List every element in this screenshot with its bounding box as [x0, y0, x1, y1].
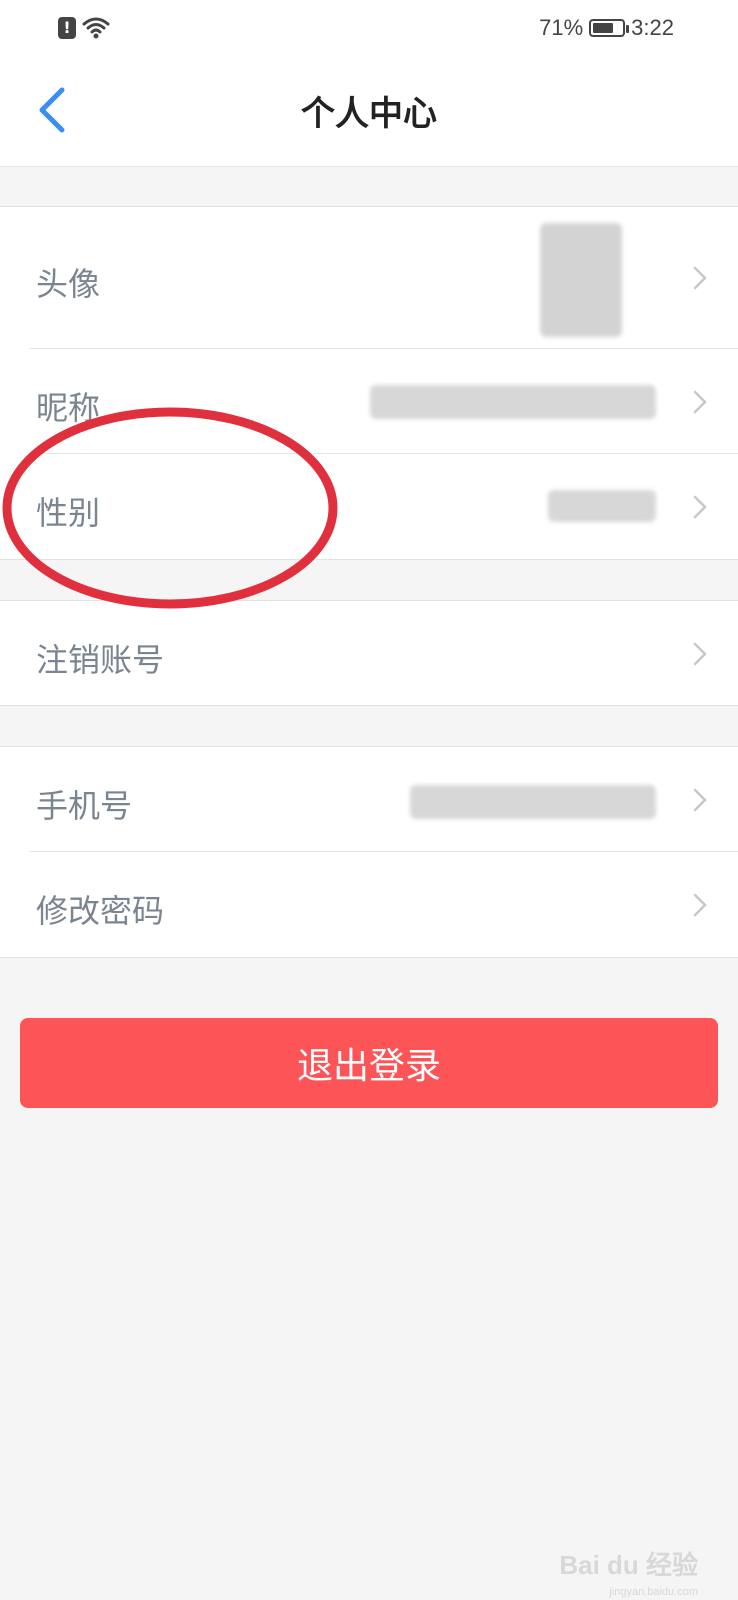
alert-glyph: ! — [63, 18, 71, 37]
chevron-right-icon — [693, 642, 707, 666]
watermark-url: jingyan.baidu.com — [609, 1586, 698, 1598]
battery-percent: 71% — [539, 15, 584, 40]
status-bar: ! 71% 3:22 — [0, 0, 738, 56]
nickname-value — [370, 385, 656, 419]
page-title: 个人中心 — [301, 94, 437, 134]
nickname-row[interactable]: 昵称 — [0, 349, 738, 454]
phone-value — [410, 785, 656, 819]
phone-label: 手机号 — [36, 787, 133, 825]
battery-icon — [589, 19, 630, 37]
baidu-watermark: Bai du 经验 — [559, 1550, 698, 1580]
personal-center-screen: ! 71% 3:22 个人中心 头像 昵称 性别 注销账号 手机号 修改密码 退… — [0, 0, 738, 1600]
avatar-label: 头像 — [36, 265, 101, 303]
chevron-right-icon — [693, 390, 707, 414]
wifi-icon — [82, 17, 110, 39]
change-password-label: 修改密码 — [36, 892, 165, 930]
gender-row[interactable]: 性别 — [0, 454, 738, 558]
avatar — [540, 223, 622, 337]
alert-icon: ! — [58, 17, 76, 39]
logout-button[interactable]: 退出登录 — [20, 1018, 718, 1108]
battery-level — [593, 23, 614, 33]
chevron-right-icon — [693, 266, 707, 290]
chevron-right-icon — [693, 893, 707, 917]
clock: 3:22 — [631, 15, 674, 40]
status-right: 71% 3:22 — [539, 14, 674, 42]
gender-label: 性别 — [36, 494, 101, 532]
cancel-account-label: 注销账号 — [36, 641, 165, 679]
cancel-account-row[interactable]: 注销账号 — [0, 601, 738, 705]
phone-row[interactable]: 手机号 — [0, 747, 738, 852]
gender-value — [548, 490, 656, 522]
account-group: 注销账号 — [0, 600, 738, 706]
chevron-right-icon — [693, 495, 707, 519]
nickname-label: 昵称 — [36, 389, 101, 427]
change-password-row[interactable]: 修改密码 — [0, 852, 738, 957]
profile-group: 头像 昵称 性别 — [0, 206, 738, 560]
chevron-right-icon — [693, 788, 707, 812]
battery-tip — [626, 25, 630, 33]
status-left: ! — [58, 16, 110, 40]
security-group: 手机号 修改密码 — [0, 746, 738, 958]
avatar-row[interactable]: 头像 — [0, 207, 738, 349]
nav-bar: 个人中心 — [0, 56, 738, 167]
